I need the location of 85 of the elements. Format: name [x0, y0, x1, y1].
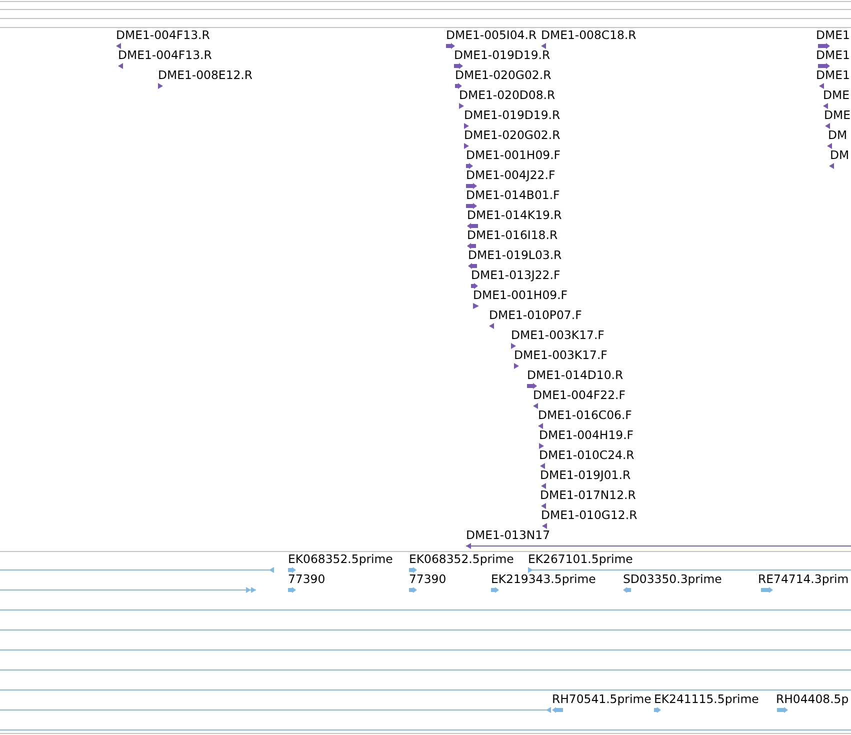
feature-label: DME1-001H09.F [473, 288, 568, 302]
feature-label: RH70541.5prime [552, 692, 652, 706]
feature-label: DME1-010P07.F [489, 308, 582, 322]
feature-label: DME1-001H09.F [466, 148, 561, 162]
arrow-icon[interactable] [467, 243, 476, 249]
feature-label: RE74714.3prim [758, 572, 849, 586]
triangle-icon[interactable] [539, 443, 544, 449]
feature-label: EK068352.5prime [288, 552, 393, 566]
triangle-icon[interactable] [829, 163, 834, 169]
arrow-icon[interactable] [455, 83, 462, 89]
feature-label: SD03350.3prime [623, 572, 722, 586]
triangle-icon[interactable] [459, 103, 464, 109]
feature-label: DME1-003K17.F [511, 328, 604, 342]
triangle-icon[interactable] [827, 143, 832, 149]
feature-label: DME1-014K19.R [467, 208, 562, 222]
triangle-icon[interactable] [538, 423, 543, 429]
feature-label: DM [828, 128, 848, 142]
triangle-icon[interactable] [823, 103, 828, 109]
feature-label: DME1-020G02.R [455, 68, 552, 82]
triangle-icon[interactable] [511, 343, 516, 349]
arrow-line[interactable] [466, 543, 851, 549]
triangle-icon[interactable] [514, 363, 519, 369]
feature-label: DME1-004J22.F [466, 168, 556, 182]
feature-label: RH04408.5p [776, 692, 849, 706]
triangle-icon[interactable] [158, 83, 163, 89]
feature-label: DME1-014B01.F [466, 188, 560, 202]
feature-label: DME1-019J01.R [540, 468, 631, 482]
feature-label: DME [823, 88, 850, 102]
triangle-icon[interactable] [489, 323, 494, 329]
arrow-icon[interactable] [818, 43, 830, 49]
triangle-icon[interactable] [542, 523, 547, 529]
arrow-icon[interactable] [446, 43, 455, 49]
triangle-icon[interactable] [819, 83, 824, 89]
feature-label: DME1-017N12.R [540, 488, 636, 502]
feature-label: DME1 [816, 28, 850, 42]
feature-label: DME1-008C18.R [541, 28, 636, 42]
feature-label: DME1-016I18.R [467, 228, 558, 242]
feature-label: DME1-019L03.R [468, 248, 562, 262]
feature-label: EK241115.5prime [654, 692, 759, 706]
triangle-icon[interactable] [540, 463, 545, 469]
triangle-icon[interactable] [464, 123, 469, 129]
arrow-icon[interactable] [466, 203, 477, 209]
feature-label: DME1-010C24.R [539, 448, 634, 462]
feature-label: DME1-004H19.F [539, 428, 634, 442]
feature-label: DME1-004F13.R [116, 28, 210, 42]
triangle-icon[interactable] [541, 43, 546, 49]
triangle-icon[interactable] [473, 303, 479, 309]
feature-label: DME1-019D19.R [464, 108, 560, 122]
feature-label: DME1-004F22.F [533, 388, 626, 402]
feature-label: DME1 [816, 48, 850, 62]
feature-label: DME1-005I04.R [446, 28, 537, 42]
feature-label: DME1-016C06.F [538, 408, 632, 422]
triangle-icon[interactable] [118, 63, 123, 69]
arrow-icon[interactable] [454, 63, 463, 69]
feature-label: DME1-004F13.R [118, 48, 212, 62]
feature-label: DME1-010G12.R [541, 508, 638, 522]
arrow-icon[interactable] [467, 223, 478, 229]
triangle-icon[interactable] [116, 43, 121, 49]
arrow-icon[interactable] [818, 63, 830, 69]
arrow-icon[interactable] [466, 183, 477, 189]
arrow-icon[interactable] [527, 383, 537, 389]
feature-label: DM [830, 148, 850, 162]
feature-label: DME1-008E12.R [158, 68, 253, 82]
triangle-icon[interactable] [541, 503, 546, 509]
feature-label: DME1 [816, 68, 850, 82]
arrow-icon[interactable] [468, 263, 477, 269]
triangle-icon[interactable] [533, 403, 538, 409]
triangle-icon[interactable] [464, 143, 469, 149]
feature-label: DME [824, 108, 850, 122]
triangle-icon[interactable] [825, 123, 830, 129]
feature-label: EK068352.5prime [409, 552, 514, 566]
arrow-icon[interactable] [471, 283, 478, 289]
feature-label: DME1-003K17.F [514, 348, 608, 362]
triangle-icon[interactable] [541, 483, 546, 489]
feature-label: DME1-020D08.R [459, 88, 556, 102]
feature-label: DME1-020G02.R [464, 128, 560, 142]
feature-label: EK267101.5prime [528, 552, 633, 566]
feature-label: DME1-013J22.F [471, 268, 560, 282]
arrow-icon[interactable] [466, 163, 473, 169]
feature-label: 77390 [409, 572, 446, 586]
feature-label: DME1-013N17 [466, 528, 550, 542]
feature-label: DME1-019D19.R [454, 48, 550, 62]
feature-label: 77390 [288, 572, 326, 586]
feature-label: EK219343.5prime [491, 572, 596, 586]
feature-label: DME1-014D10.R [527, 368, 624, 382]
